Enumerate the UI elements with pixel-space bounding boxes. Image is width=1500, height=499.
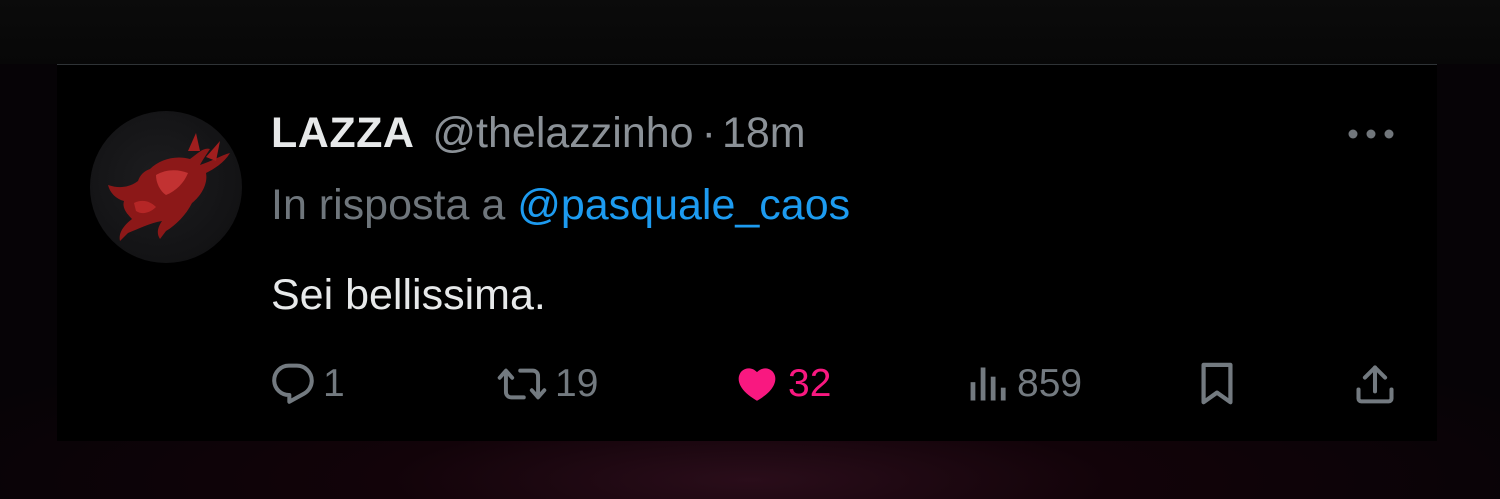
heart-icon [738,368,776,401]
tweet-card[interactable]: LAZZA @thelazzinho · 18m In risposta a @… [57,64,1437,441]
like-button[interactable]: 32 [734,355,831,413]
like-count: 32 [788,362,832,405]
views-count: 859 [1017,362,1083,405]
reply-context: In risposta a @pasquale_caos [271,181,850,230]
separator-dot: · [701,109,716,157]
bookmark-button[interactable] [1197,355,1237,413]
page-backdrop [0,0,1500,64]
reply-icon [272,363,314,404]
views-icon [970,367,1006,401]
reply-count: 1 [323,362,345,405]
share-icon [1356,365,1394,404]
tweet-header: LAZZA @thelazzinho · 18m [271,109,806,161]
user-handle[interactable]: @thelazzinho [432,109,693,158]
timestamp[interactable]: 18m [722,109,806,158]
reply-mention-link[interactable]: @pasquale_caos [517,181,850,229]
retweet-icon [497,368,547,400]
tweet-text: Sei bellissima. [271,271,546,319]
avatar[interactable] [90,111,242,263]
retweet-count: 19 [555,362,599,405]
bookmark-icon [1201,362,1233,405]
reply-button[interactable]: 1 [271,355,345,413]
share-button[interactable] [1353,355,1397,413]
views-button[interactable]: 859 [967,355,1082,413]
reply-prefix: In risposta a [271,181,506,229]
red-bull-avatar-icon [108,133,230,241]
display-name[interactable]: LAZZA [271,109,414,158]
more-options-button[interactable] [1345,119,1397,149]
retweet-button[interactable]: 19 [497,355,598,413]
more-dots-icon [1348,129,1394,139]
